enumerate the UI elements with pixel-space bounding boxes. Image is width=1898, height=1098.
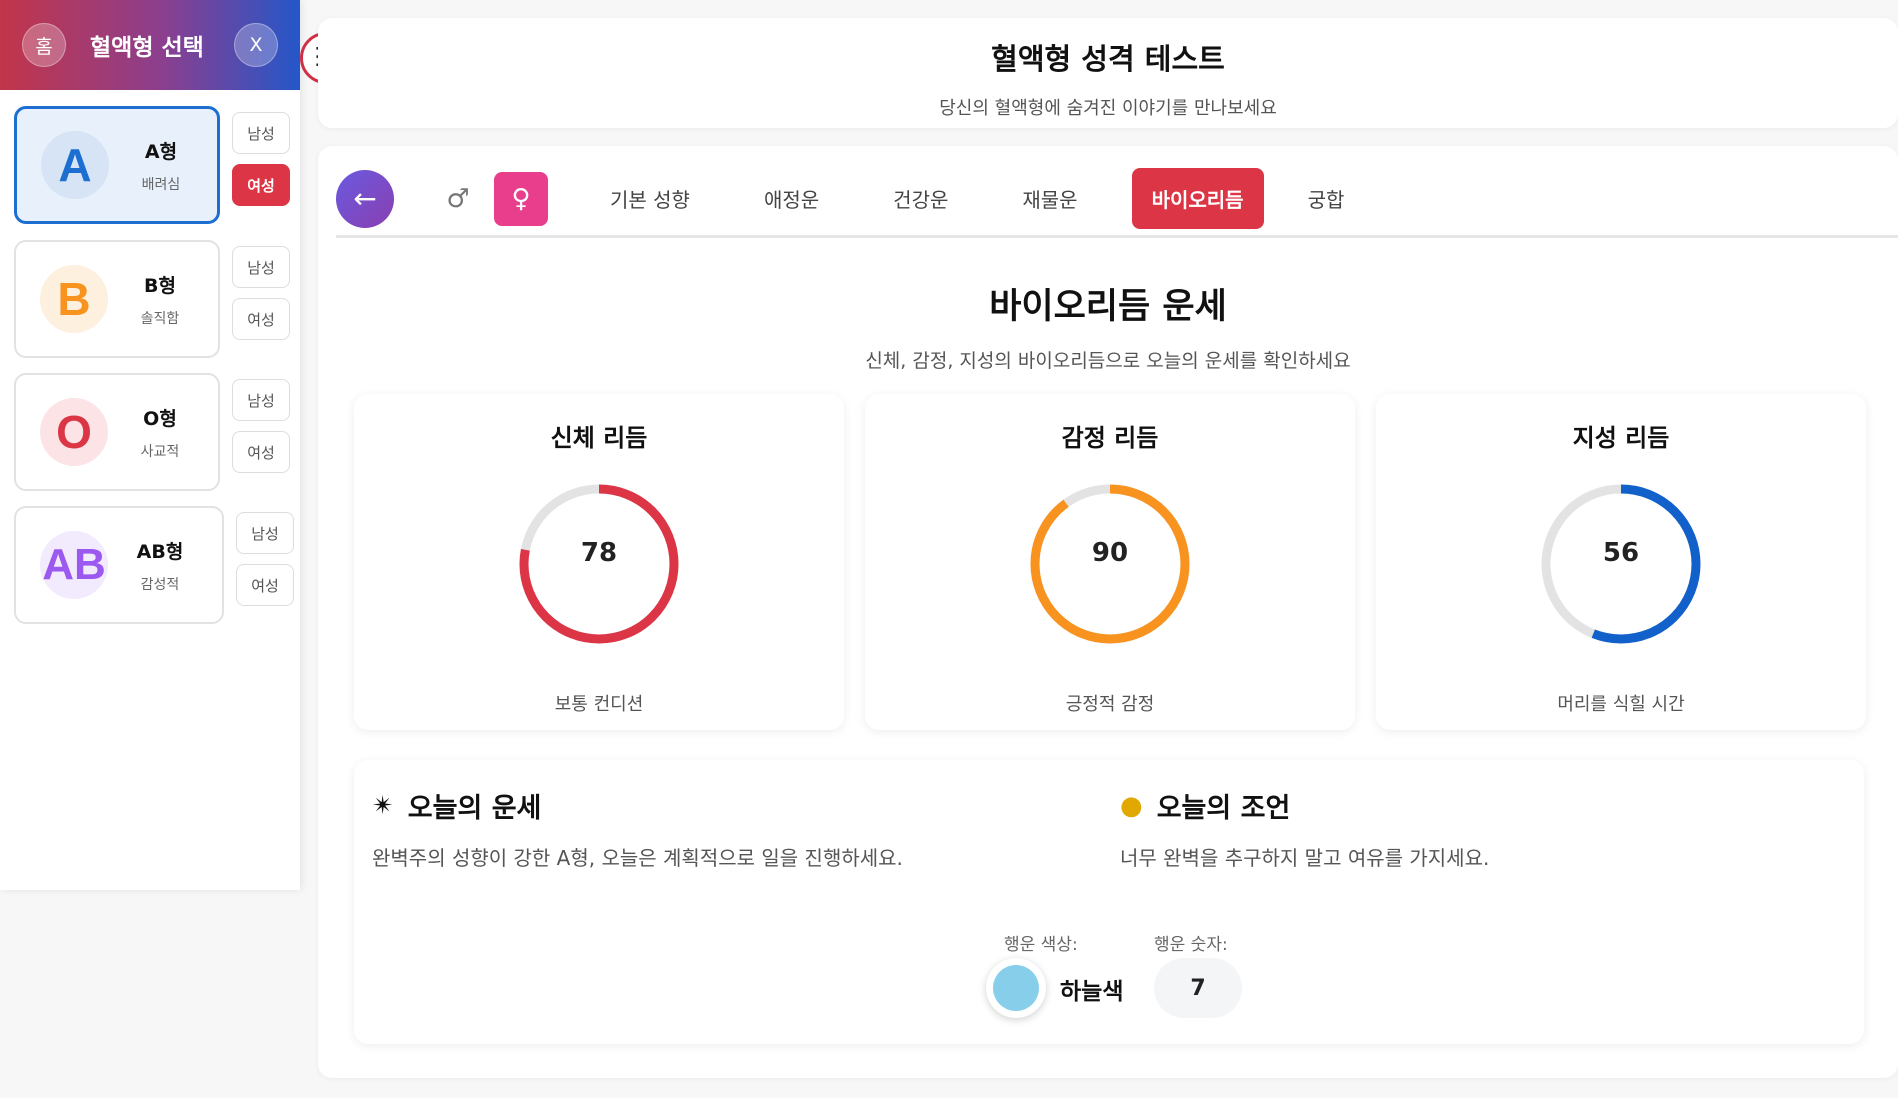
rhythm-title: 지성 리듬 <box>1572 424 1670 452</box>
female-button-o[interactable]: 여성 <box>232 431 290 473</box>
lightbulb-icon: ● <box>1120 790 1143 821</box>
male-button-o[interactable]: 남성 <box>232 379 290 421</box>
rhythm-description: 긍정적 감정 <box>1065 694 1155 715</box>
tab-love[interactable]: 애정운 <box>744 168 839 229</box>
blood-type-card-o[interactable]: O O형 사교적 <box>14 373 220 491</box>
tab-compatibility[interactable]: 궁합 <box>1288 168 1365 229</box>
male-toggle[interactable]: ♂ <box>440 184 476 214</box>
blood-type-letter: O <box>40 398 108 466</box>
blood-type-trait: 사교적 <box>140 443 180 460</box>
sidebar: 홈 혈액형 선택 X A A형 배려심 남성 여성 B B형 솔직함 남성 여성 <box>0 0 300 890</box>
lucky-color-label: 행운 색상: <box>1004 935 1078 955</box>
blood-type-trait: 솔직함 <box>140 310 180 327</box>
blood-type-row-b: B B형 솔직함 남성 여성 <box>14 240 290 358</box>
lucky-color-value: 하늘색 <box>1060 979 1124 1005</box>
blood-type-row-o: O O형 사교적 남성 여성 <box>14 373 290 491</box>
page-subtitle: 당신의 혈액형에 숨겨진 이야기를 만나보세요 <box>939 98 1277 119</box>
back-button[interactable]: ← <box>336 169 394 228</box>
tab-basic[interactable]: 기본 성향 <box>590 168 710 229</box>
blood-type-name: A형 <box>144 140 178 163</box>
home-button[interactable]: 홈 <box>22 23 66 67</box>
arrow-left-icon: ← <box>353 182 377 215</box>
blood-type-trait: 감성적 <box>140 576 180 593</box>
rhythm-card-physical: 신체 리듬 78 보통 컨디션 <box>354 394 844 730</box>
today-fortune-text: 완벽주의 성향이 강한 A형, 오늘은 계획적으로 일을 진행하세요. <box>372 846 903 870</box>
lucky-number-value: 7 <box>1154 958 1242 1018</box>
tab-wealth[interactable]: 재물운 <box>1002 168 1097 229</box>
blood-type-card-ab[interactable]: AB AB형 감성적 <box>14 506 224 624</box>
rhythm-card-emotional: 감정 리듬 90 긍정적 감정 <box>865 394 1355 730</box>
lucky-number-label: 행운 숫자: <box>1154 935 1228 955</box>
page-title: 혈액형 성격 테스트 <box>991 42 1225 76</box>
male-button-b[interactable]: 남성 <box>232 246 290 288</box>
blood-type-letter: AB <box>40 531 108 599</box>
male-button-a[interactable]: 남성 <box>232 112 290 154</box>
advice-title: 오늘의 조언 <box>1156 793 1291 824</box>
close-button[interactable]: X <box>234 23 278 67</box>
rhythm-card-intellectual: 지성 리듬 56 머리를 식힐 시간 <box>1376 394 1866 730</box>
blood-type-card-a[interactable]: A A형 배려심 <box>14 106 220 224</box>
blood-type-trait: 배려심 <box>141 176 181 193</box>
page-header: 혈액형 성격 테스트 당신의 혈액형에 숨겨진 이야기를 만나보세요 <box>318 18 1898 128</box>
tab-bar: ← ♂ ♀ 기본 성향 애정운 건강운 재물운 바이오리듬 궁합 <box>336 162 1898 238</box>
today-fortune-title: 오늘의 운세 <box>407 793 542 824</box>
sidebar-header: 홈 혈액형 선택 X <box>0 0 300 90</box>
blood-type-row-a: A A형 배려심 남성 여성 <box>14 106 290 224</box>
blood-type-letter: A <box>41 131 109 199</box>
rhythm-value: 90 <box>1091 538 1129 568</box>
tab-health[interactable]: 건강운 <box>873 168 968 229</box>
rhythm-title: 신체 리듬 <box>550 424 648 452</box>
rhythm-value: 56 <box>1602 538 1640 568</box>
today-fortune-heading: ✴ 오늘의 운세 <box>372 786 541 825</box>
female-toggle[interactable]: ♀ <box>494 171 548 226</box>
blood-type-letter: B <box>40 265 108 333</box>
female-button-a[interactable]: 여성 <box>232 164 290 206</box>
rhythm-title: 감정 리듬 <box>1061 424 1159 452</box>
rhythm-description: 보통 컨디션 <box>554 694 644 715</box>
advice-heading: ● 오늘의 조언 <box>1120 786 1290 825</box>
blood-type-row-ab: AB AB형 감성적 남성 여성 <box>14 506 294 624</box>
sparkle-icon: ✴ <box>372 790 394 821</box>
rhythm-description: 머리를 식힐 시간 <box>1557 694 1685 715</box>
male-button-ab[interactable]: 남성 <box>236 512 294 554</box>
lucky-color-swatch <box>986 958 1046 1018</box>
main-panel: ← ♂ ♀ 기본 성향 애정운 건강운 재물운 바이오리듬 궁합 바이오리듬 운… <box>318 146 1898 1078</box>
tab-biorhythm[interactable]: 바이오리듬 <box>1131 168 1264 229</box>
sidebar-title: 혈액형 선택 <box>90 35 204 61</box>
female-button-b[interactable]: 여성 <box>232 298 290 340</box>
advice-text: 너무 완벽을 추구하지 말고 여유를 가지세요. <box>1120 846 1490 870</box>
fortune-panel: ✴ 오늘의 운세 완벽주의 성향이 강한 A형, 오늘은 계획적으로 일을 진행… <box>354 760 1864 1044</box>
biorhythm-title: 바이오리듬 운세 <box>989 287 1227 327</box>
biorhythm-subtitle: 신체, 감정, 지성의 바이오리듬으로 오늘의 운세를 확인하세요 <box>865 350 1351 372</box>
blood-type-name: B형 <box>144 274 176 297</box>
rhythm-value: 78 <box>580 538 618 568</box>
female-button-ab[interactable]: 여성 <box>236 564 294 606</box>
blood-type-card-b[interactable]: B B형 솔직함 <box>14 240 220 358</box>
blood-type-name: AB형 <box>136 540 184 563</box>
blood-type-name: O형 <box>143 407 177 430</box>
